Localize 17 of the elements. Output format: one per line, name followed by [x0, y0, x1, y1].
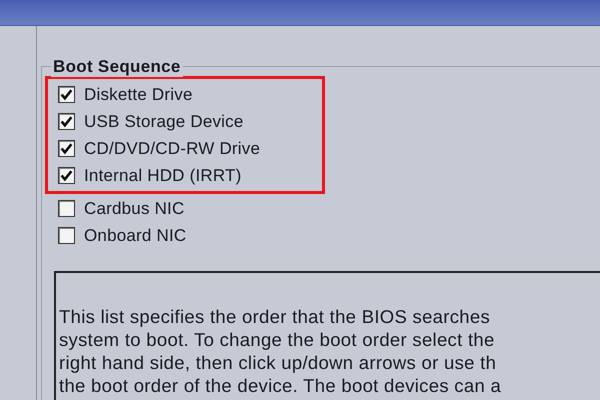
description-text: right hand side, then click up/down arrows or use th	[59, 351, 496, 374]
checkbox[interactable]	[58, 113, 75, 130]
checkbox-label: Internal HDD (IRRT)	[84, 166, 242, 186]
checkbox-label: Onboard NIC	[84, 226, 186, 246]
checkbox-label: Cardbus NIC	[84, 198, 184, 218]
description-text: system to boot. To change the boot order select the	[59, 328, 495, 351]
checkbox-label: CD/DVD/CD-RW Drive	[84, 138, 260, 158]
checkbox[interactable]	[58, 140, 75, 157]
checkbox[interactable]	[58, 200, 75, 217]
checkbox[interactable]	[58, 227, 75, 244]
checkbox[interactable]	[58, 167, 75, 184]
checkbox[interactable]	[58, 86, 75, 103]
description-text: This list specifies the order that the BIOS searches	[59, 305, 490, 328]
group-title: Boot Sequence	[51, 57, 183, 77]
checkbox-label: USB Storage Device	[84, 112, 244, 132]
description-text: the boot order of the device. The boot devices can a	[59, 374, 502, 397]
checkbox-label: Diskette Drive	[84, 84, 193, 104]
